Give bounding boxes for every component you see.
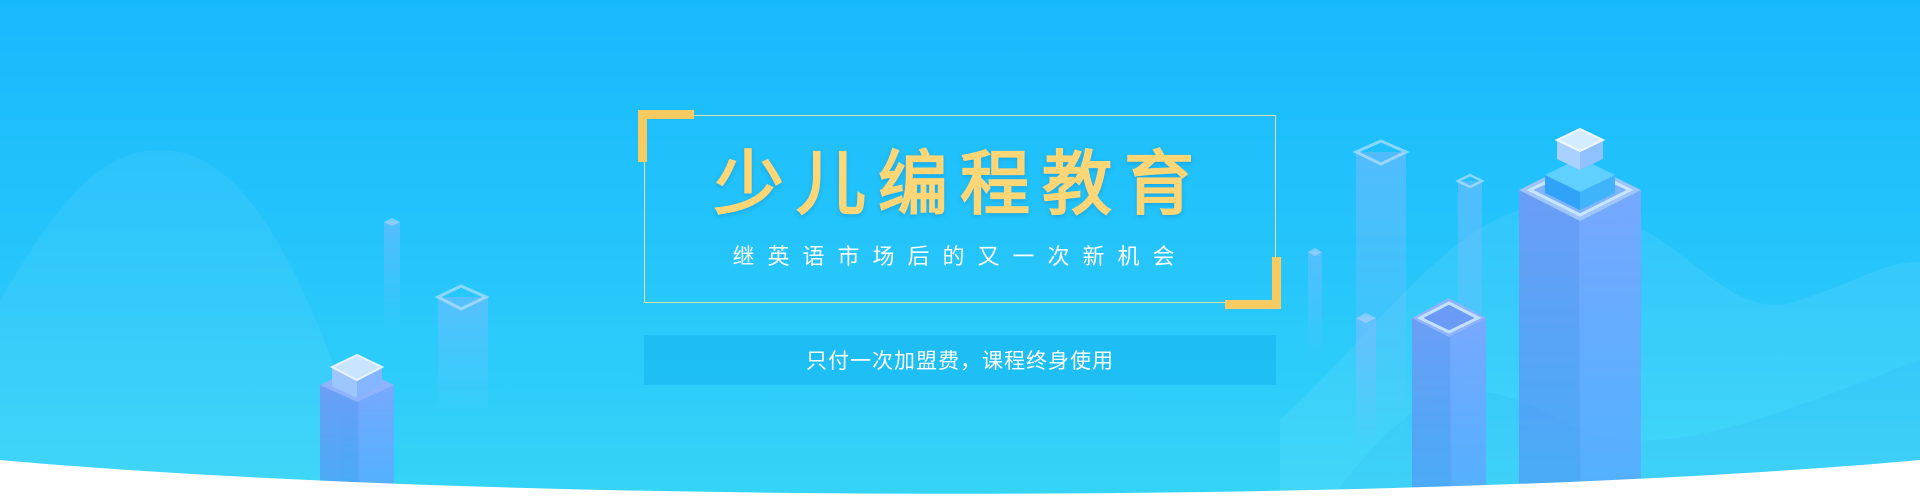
tagline-box: 只付一次加盟费，课程终身使用 [644, 335, 1276, 385]
ghost-column-right-thin [1308, 248, 1322, 362]
hill-left [0, 150, 340, 500]
banner-subtitle: 继英语市场后的又一次新机会 [732, 245, 1188, 270]
tower-right-tall [1519, 127, 1641, 500]
ghost-column-right-small [1356, 313, 1376, 448]
ghost-column-left-thin [384, 218, 400, 332]
tower-right-medium [1412, 298, 1486, 500]
banner-title: 少儿编程教育 [714, 143, 1206, 225]
banner-tagline: 只付一次加盟费，课程终身使用 [806, 349, 1114, 373]
ghost-column-left [434, 284, 490, 417]
hero-banner: 少儿编程教育 继英语市场后的又一次新机会 只付一次加盟费，课程终身使用 [0, 0, 1920, 500]
